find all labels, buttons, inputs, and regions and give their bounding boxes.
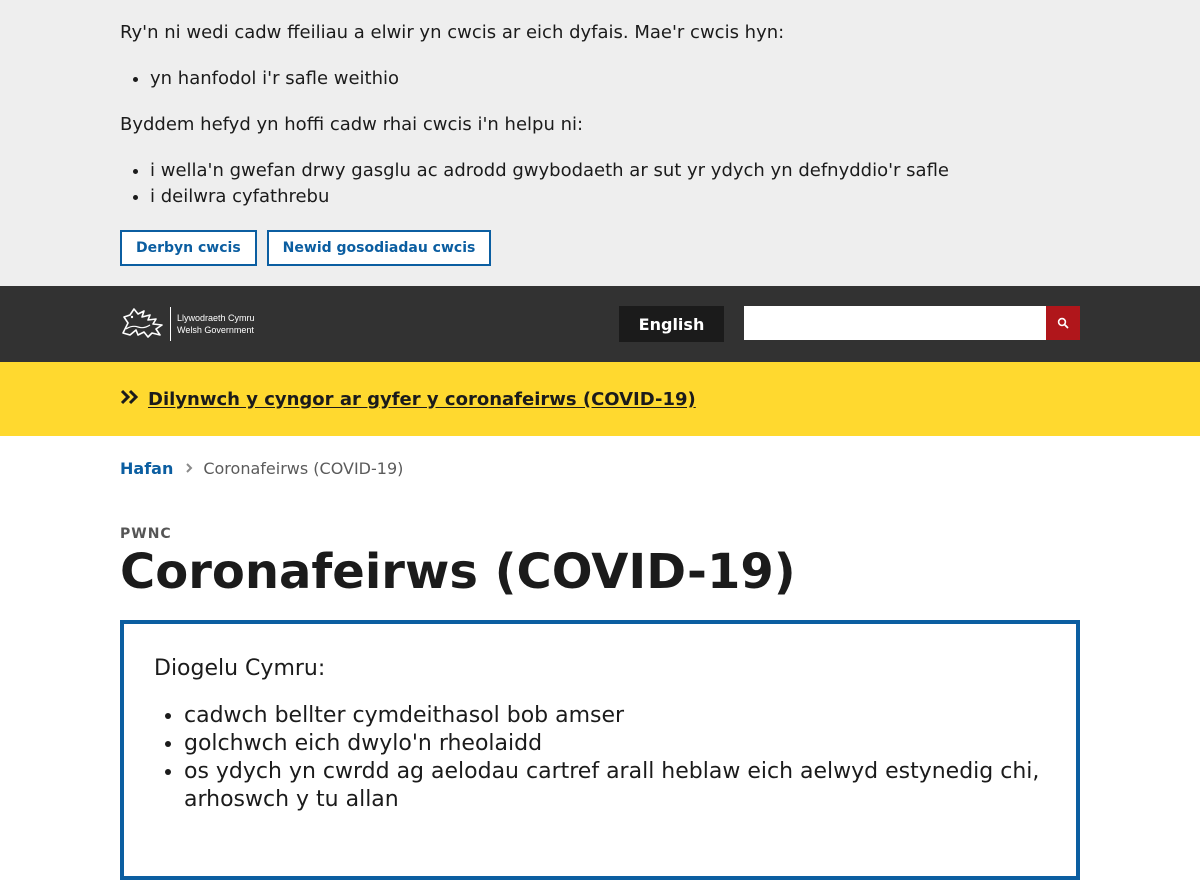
breadcrumb-current: Coronafeirws (COVID-19) xyxy=(203,458,404,478)
search-form xyxy=(744,306,1080,340)
callout-box: Diogelu Cymru: cadwch bellter cymdeithas… xyxy=(120,620,1080,880)
cookie-intro: Ry'n ni wedi cadw ffeiliau a elwir yn cw… xyxy=(120,22,785,43)
language-toggle-button[interactable]: English xyxy=(619,306,724,342)
list-item: i wella'n gwefan drwy gasglu ac adrodd g… xyxy=(150,158,1080,184)
double-chevron-right-icon xyxy=(120,389,140,409)
main-content: Hafan Coronafeirws (COVID-19) PWNC Coron… xyxy=(120,436,1080,880)
callout-heading: Diogelu Cymru: xyxy=(154,656,326,681)
site-header: Llywodraeth Cymru Welsh Government Engli… xyxy=(0,286,1200,362)
page-title: Coronafeirws (COVID-19) xyxy=(120,544,796,600)
callout-list: cadwch bellter cymdeithasol bob amser go… xyxy=(154,702,1046,814)
site-logo[interactable]: Llywodraeth Cymru Welsh Government xyxy=(120,307,255,341)
search-icon xyxy=(1057,314,1069,333)
logo-line-2: Welsh Government xyxy=(177,325,254,335)
cookie-essential-list: yn hanfodol i'r safle weithio xyxy=(120,66,1080,92)
cookie-banner: Ry'n ni wedi cadw ffeiliau a elwir yn cw… xyxy=(0,0,1200,286)
cookie-buttons: Derbyn cwcis Newid gosodiadau cwcis xyxy=(120,230,1080,266)
cookie-also: Byddem hefyd yn hoffi cadw rhai cwcis i'… xyxy=(120,114,584,135)
breadcrumb-home-link[interactable]: Hafan xyxy=(120,459,173,478)
chevron-right-icon xyxy=(185,462,193,474)
search-input[interactable] xyxy=(744,306,1046,340)
cookie-settings-button[interactable]: Newid gosodiadau cwcis xyxy=(266,230,492,266)
page-kicker: PWNC xyxy=(120,526,172,542)
logo-text: Llywodraeth Cymru Welsh Government xyxy=(177,312,255,336)
cookie-optional-list: i wella'n gwefan drwy gasglu ac adrodd g… xyxy=(120,158,1080,210)
list-item: yn hanfodol i'r safle weithio xyxy=(150,66,1080,92)
list-item: os ydych yn cwrdd ag aelodau cartref ara… xyxy=(184,758,1046,814)
logo-line-1: Llywodraeth Cymru xyxy=(177,313,255,323)
logo-divider xyxy=(170,307,171,341)
breadcrumb: Hafan Coronafeirws (COVID-19) xyxy=(120,436,1080,500)
dragon-logo-icon xyxy=(120,305,166,343)
list-item: golchwch eich dwylo'n rheolaidd xyxy=(184,730,1046,758)
covid-advice-link[interactable]: Dilynwch y cyngor ar gyfer y coronafeirw… xyxy=(148,389,696,410)
accept-cookies-button[interactable]: Derbyn cwcis xyxy=(120,230,257,266)
list-item: i deilwra cyfathrebu xyxy=(150,184,1080,210)
covid-banner: Dilynwch y cyngor ar gyfer y coronafeirw… xyxy=(0,362,1200,436)
search-button[interactable] xyxy=(1046,306,1080,340)
list-item: cadwch bellter cymdeithasol bob amser xyxy=(184,702,1046,730)
